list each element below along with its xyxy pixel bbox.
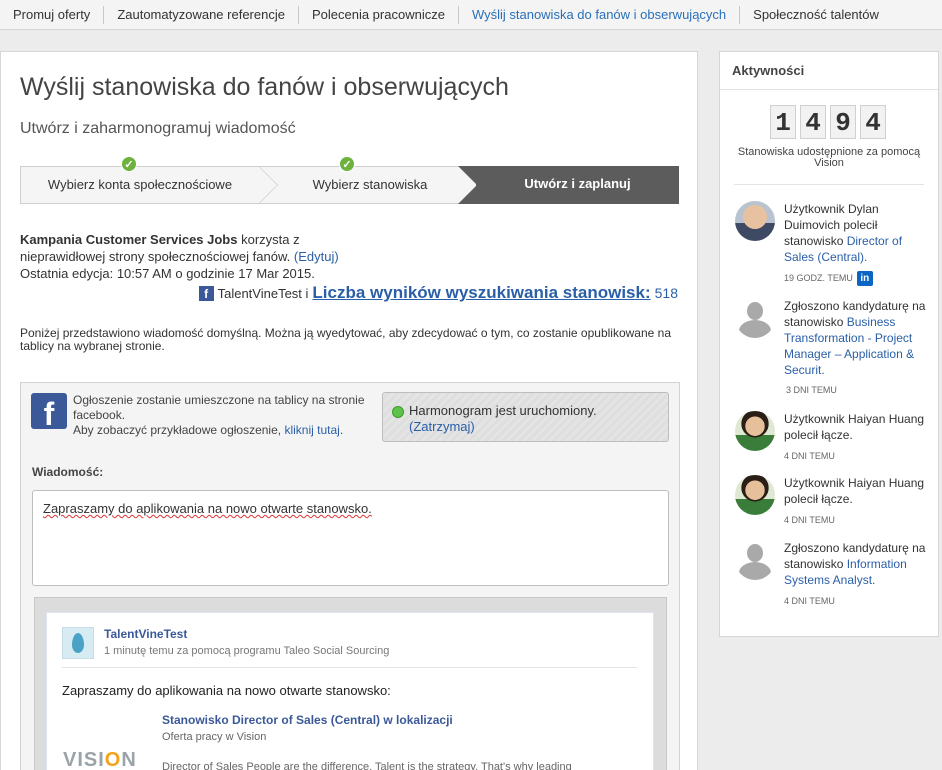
step-arrow [458, 166, 477, 204]
counter-digit: 4 [800, 105, 826, 139]
campaign-source: f TalentVineTest i Liczba wyników wyszuk… [198, 283, 678, 303]
page-logo-icon [62, 627, 94, 659]
activity-time: 4 DNI TEMU [784, 515, 835, 525]
preview-meta: 1 minutę temu za pomocą programu Taleo S… [104, 645, 390, 657]
preview-job-title[interactable]: Stanowisko Director of Sales (Central) w… [162, 713, 453, 727]
activity-text: Użytkownik Haiyan Huang polecił łącze. 4… [784, 411, 930, 464]
message-text: Zapraszamy do aplikowania na nowo otwart… [43, 501, 372, 516]
counter-digit: 4 [860, 105, 886, 139]
last-edit: Ostatnia edycja: 10:57 AM o godzinie 17 … [20, 266, 315, 281]
job-results-link[interactable]: Liczba wyników wyszukiwania stanowisk: [312, 283, 650, 303]
account-name: TalentVineTest i [217, 285, 309, 301]
counter-digit: 1 [770, 105, 796, 139]
checkmark-icon: ✓ [121, 156, 137, 172]
message-textarea[interactable]: Zapraszamy do aplikowania na nowo otwart… [32, 490, 669, 586]
step-select-jobs[interactable]: Wybierz stanowiska [260, 166, 480, 204]
activity-text: Zgłoszono kandydaturę na stanowisko Info… [784, 540, 930, 609]
job-results-count[interactable]: 518 [655, 285, 678, 301]
tab-send-jobs-to-fans[interactable]: Wyślij stanowiska do fanów i obserwujący… [459, 5, 741, 24]
divider [734, 184, 924, 185]
step-arrow [259, 167, 277, 203]
post-preview-frame: TalentVineTest 1 minutę temu za pomocą p… [34, 597, 667, 770]
counter-digit: 9 [830, 105, 856, 139]
activity-text: Użytkownik Haiyan Huang polecił łącze. 4… [784, 475, 930, 528]
activity-time: 4 DNI TEMU [784, 596, 835, 606]
activity-text: Użytkownik Dylan Duimovich polecił stano… [784, 201, 930, 286]
post-info: Ogłoszenie zostanie umieszczone na tabli… [73, 393, 373, 438]
main-panel: Wyślij stanowiska do fanów i obserwujący… [0, 51, 698, 770]
post-box: f Ogłoszenie zostanie umieszczone na tab… [20, 382, 680, 770]
edit-campaign-link[interactable]: (Edytuj) [294, 249, 339, 264]
activity-panel: Aktywności 1 4 9 4 Stanowiska udostępnio… [719, 51, 939, 637]
page-subtitle: Utwórz i zaharmonogramuj wiadomość [20, 120, 296, 137]
activity-title: Aktywności [720, 52, 938, 90]
campaign-name: Kampania Customer Services Jobs [20, 232, 238, 247]
facebook-icon: f [31, 393, 67, 429]
facebook-icon: f [198, 285, 214, 301]
preview-text: Zapraszamy do aplikowania na nowo otwart… [62, 683, 391, 698]
stop-schedule-link[interactable]: (Zatrzymaj) [409, 419, 475, 434]
top-nav: Promuj oferty Zautomatyzowane referencje… [0, 0, 942, 30]
counter-caption: Stanowiska udostępnione za pomocą Vision [737, 146, 921, 169]
checkmark-icon: ✓ [339, 156, 355, 172]
campaign-text: korzysta z [241, 232, 300, 247]
activity-time: 19 GODZ. TEMU in [784, 270, 930, 286]
step-select-accounts[interactable]: Wybierz konta społecznościowe [20, 166, 260, 204]
post-info-sample: Aby zobaczyć przykładowe ogłoszenie, [73, 423, 282, 437]
share-counter: 1 4 9 4 [770, 105, 886, 139]
linkedin-icon: in [856, 270, 873, 286]
avatar [735, 540, 775, 580]
preview-page-name[interactable]: TalentVineTest [104, 627, 187, 641]
tab-promote-jobs[interactable]: Promuj oferty [0, 5, 105, 24]
status-dot-icon [392, 406, 404, 418]
schedule-status: Harmonogram jest uruchomiony. (Zatrzymaj… [409, 403, 597, 435]
avatar [735, 475, 775, 515]
divider [62, 667, 637, 668]
wizard-steps: Wybierz konta społecznościowe Wybierz st… [20, 156, 679, 204]
preview-job-description: Director of Sales People are the differe… [162, 761, 572, 770]
tab-employee-referrals[interactable]: Polecenia pracownicze [299, 5, 459, 24]
activity-time: 4 DNI TEMU [784, 451, 835, 461]
tab-automated-referrals[interactable]: Zautomatyzowane referencje [104, 5, 299, 24]
avatar [735, 298, 775, 338]
vision-logo: VISION [63, 749, 137, 770]
post-info-text: Ogłoszenie zostanie umieszczone na tabli… [73, 393, 365, 422]
schedule-status-text: Harmonogram jest uruchomiony. [409, 403, 597, 418]
sample-post-link[interactable]: kliknij tutaj [284, 423, 339, 437]
page-title: Wyślij stanowiska do fanów i obserwujący… [20, 73, 509, 101]
post-preview: TalentVineTest 1 minutę temu za pomocą p… [46, 612, 654, 770]
preview-job-subtitle: Oferta pracy w Vision [162, 731, 267, 743]
campaign-info: Kampania Customer Services Jobs korzysta… [20, 231, 680, 282]
campaign-warning: nieprawidłowej strony społecznościowej f… [20, 249, 291, 264]
avatar [735, 201, 775, 241]
default-message-notice: Poniżej przedstawiono wiadomość domyślną… [20, 326, 672, 353]
schedule-status-box: Harmonogram jest uruchomiony. (Zatrzymaj… [382, 392, 669, 442]
step-create-schedule: Utwórz i zaplanuj [476, 166, 679, 204]
activity-text: Zgłoszono kandydaturę na stanowisko Busi… [784, 299, 926, 377]
avatar [735, 411, 775, 451]
activity-time: 3 DNI TEMU [786, 385, 837, 395]
message-label: Wiadomość: [32, 465, 104, 479]
tab-talent-community[interactable]: Społeczność talentów [740, 6, 892, 24]
post-info-end: . [339, 423, 344, 437]
